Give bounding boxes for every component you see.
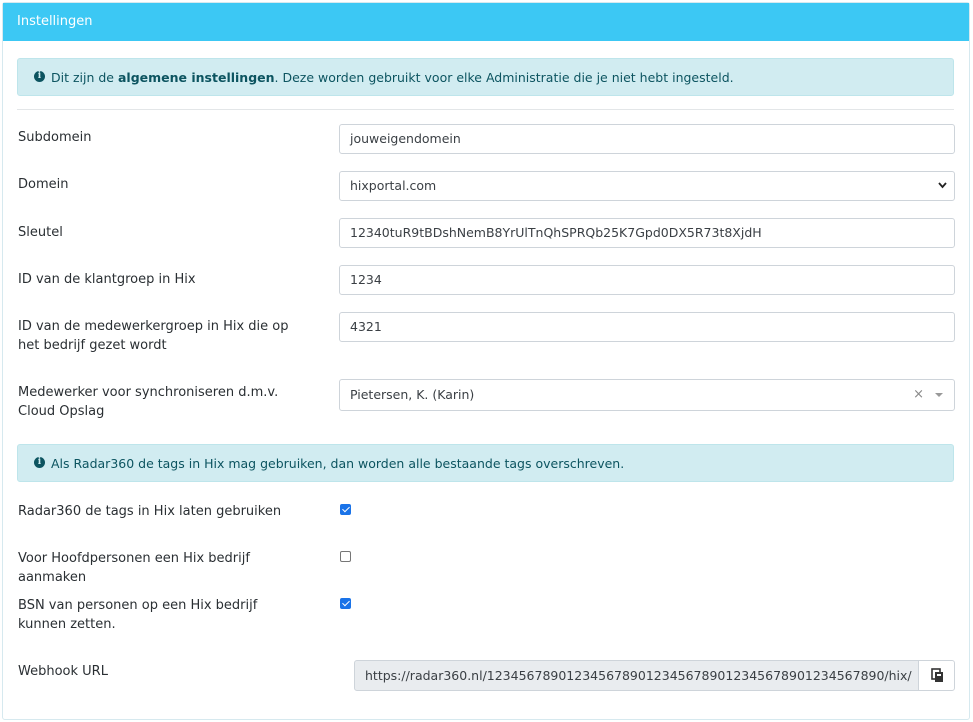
sync-employee-label: Medewerker voor synchroniseren d.m.v. Cl…: [18, 385, 279, 419]
tags-alert: i Als Radar360 de tags in Hix mag gebrui…: [17, 444, 954, 482]
clear-icon[interactable]: ×: [913, 380, 924, 410]
domain-label: Domein: [18, 177, 69, 192]
employee-group-input[interactable]: 4321: [339, 312, 955, 342]
alert-text-before: Dit zijn de: [51, 70, 118, 85]
employee-group-label: ID van de medewerkergroep in Hix die op …: [18, 319, 289, 353]
client-group-input[interactable]: 1234: [339, 265, 955, 295]
info-circle-icon: i: [34, 71, 45, 82]
copy-icon: [931, 668, 943, 682]
subdomain-input[interactable]: jouweigendomein: [339, 124, 955, 154]
alert-text-bold: algemene instellingen: [117, 70, 275, 85]
card-title: Instellingen: [17, 14, 93, 29]
info-circle-icon: i: [34, 457, 45, 468]
webhook-label: Webhook URL: [18, 664, 108, 679]
copy-button[interactable]: [918, 660, 955, 691]
use-tags-checkbox[interactable]: [340, 504, 351, 515]
settings-card: Instellingen i Dit zijn de algemene inst…: [2, 2, 970, 720]
chevron-down-icon: [937, 172, 948, 200]
card-header: Instellingen: [3, 3, 969, 41]
main-persons-checkbox[interactable]: [340, 551, 351, 562]
divider: [17, 109, 954, 110]
client-group-label: ID van de klantgroep in Hix: [18, 272, 196, 287]
domain-select[interactable]: hixportal.com: [339, 171, 955, 201]
subdomain-label: Subdomein: [18, 130, 92, 145]
alert-text-after: . Deze worden gebruikt voor elke Adminis…: [274, 70, 734, 85]
caret-down-icon: [935, 393, 943, 397]
tags-alert-text: Als Radar360 de tags in Hix mag gebruike…: [51, 456, 625, 471]
main-persons-label: Voor Hoofdpersonen een Hix bedrijf aanma…: [18, 551, 250, 585]
webhook-url-input[interactable]: https://radar360.nl/12345678901234567890…: [354, 660, 919, 691]
domain-select-value: hixportal.com: [350, 178, 437, 193]
key-input[interactable]: 12340tuR9tBDshNemB8YrUlTnQhSPRQb25K7Gpd0…: [339, 218, 955, 248]
general-settings-alert: i Dit zijn de algemene instellingen. Dez…: [17, 58, 954, 96]
sync-employee-value: Pietersen, K. (Karin): [350, 387, 475, 402]
sync-employee-select[interactable]: Pietersen, K. (Karin) ×: [339, 379, 955, 411]
bsn-label: BSN van personen op een Hix bedrijf kunn…: [18, 598, 258, 632]
key-label: Sleutel: [18, 225, 63, 240]
bsn-checkbox[interactable]: [340, 598, 351, 609]
use-tags-label: Radar360 de tags in Hix laten gebruiken: [18, 504, 282, 519]
